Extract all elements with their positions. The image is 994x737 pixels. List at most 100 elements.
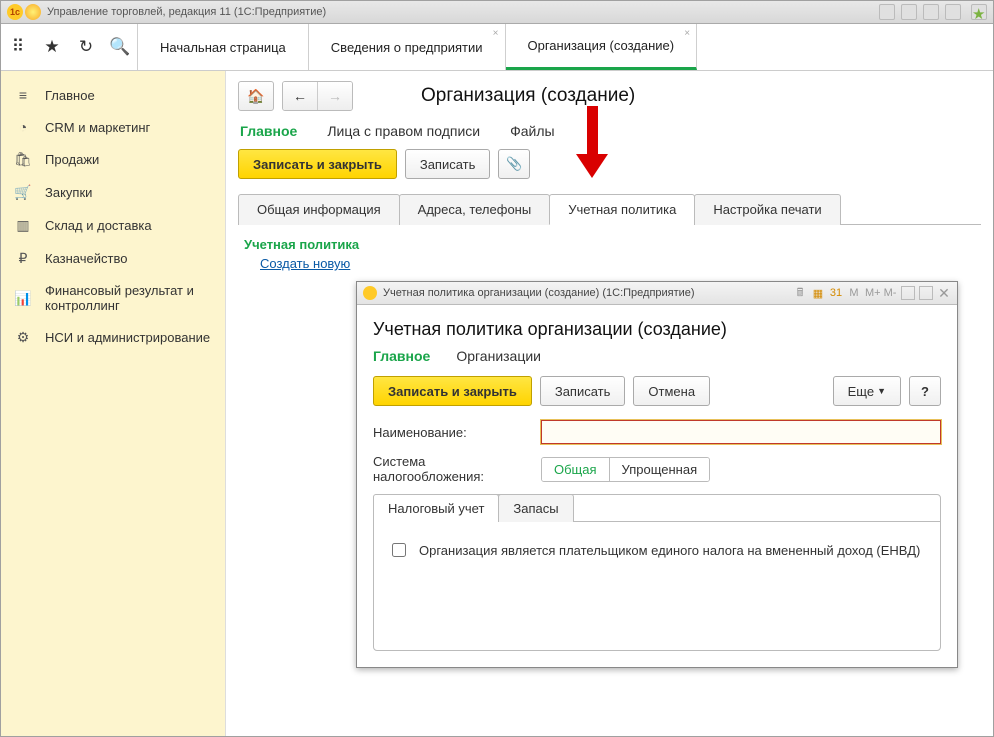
titlebar-action-icon[interactable] — [879, 4, 895, 20]
tab-company-info[interactable]: Сведения о предприятии × — [309, 24, 506, 70]
create-new-link[interactable]: Создать новую — [260, 256, 350, 271]
tax-option-general[interactable]: Общая — [542, 458, 610, 481]
subnav-signatories[interactable]: Лица с правом подписи — [327, 123, 480, 139]
mem-mminus-icon[interactable]: M- — [883, 287, 897, 299]
titlebar-right: ★ — [879, 4, 987, 20]
name-input[interactable] — [541, 420, 941, 444]
name-row: Наименование: — [373, 420, 941, 444]
history-icon[interactable]: ↻ — [75, 37, 97, 57]
titlebar-action-icon[interactable] — [901, 4, 917, 20]
envd-checkbox-row[interactable]: Организация является плательщиком единог… — [388, 540, 926, 560]
subnav-files[interactable]: Файлы — [510, 123, 554, 139]
sidebar-item-treasury[interactable]: ₽Казначейство — [1, 242, 225, 275]
sidebar-item-label: НСИ и администрирование — [45, 330, 210, 345]
sidebar-item-label: Главное — [45, 88, 95, 103]
sidebar-item-admin[interactable]: ⚙ НСИ и администрирование — [1, 321, 225, 354]
pie-icon: ◔ — [15, 119, 31, 135]
forward-button: → — [318, 82, 352, 110]
save-button[interactable]: Записать — [405, 149, 491, 179]
app-logo-icon: 1c — [7, 4, 23, 20]
back-button[interactable]: ← — [283, 82, 318, 110]
annotation-arrow-icon — [576, 106, 606, 186]
chevron-down-icon: ▼ — [877, 386, 886, 396]
apps-grid-icon[interactable]: ⠿ — [7, 37, 29, 57]
calc-icon[interactable]: 🖩 — [793, 284, 807, 303]
document-tabs: Общая информация Адреса, телефоны Учетна… — [238, 193, 981, 225]
save-close-button[interactable]: Записать и закрыть — [238, 149, 397, 179]
sidebar-item-purchases[interactable]: 🛒 Закупки — [1, 176, 225, 209]
calendar-icon[interactable]: ▦ — [811, 287, 825, 300]
close-icon[interactable]: × — [493, 28, 499, 39]
chart-icon: 📊 — [15, 290, 31, 307]
attachment-button[interactable]: 📎 — [498, 149, 530, 179]
star-icon[interactable]: ★ — [41, 37, 63, 57]
dialog-save-close-button[interactable]: Записать и закрыть — [373, 376, 532, 406]
tax-label: Система налогообложения: — [373, 454, 533, 484]
tab-home[interactable]: Начальная страница — [138, 24, 309, 70]
tax-system-selector: Общая Упрощенная — [541, 457, 710, 482]
page-subnav: Главное Лица с правом подписи Файлы — [240, 123, 981, 139]
sidebar-item-label: Продажи — [45, 152, 99, 167]
minimize-icon[interactable] — [901, 286, 915, 300]
mem-m-icon[interactable]: M — [847, 287, 861, 299]
close-icon[interactable]: × — [684, 28, 690, 39]
envd-checkbox[interactable] — [392, 543, 406, 557]
dialog-more-button[interactable]: Еще ▼ — [833, 376, 901, 406]
titlebar-action-icon[interactable] — [923, 4, 939, 20]
favorite-star-icon[interactable]: ★ — [971, 4, 987, 20]
main-content: 🏠 ← → Организация (создание) Главное Лиц… — [226, 71, 993, 736]
body: ≡Главное ◔ CRM и маркетинг 🛍 Продажи 🛒 Заку… — [1, 71, 993, 736]
sidebar-item-crm[interactable]: ◔ CRM и маркетинг — [1, 111, 225, 143]
app-title: Управление торговлей, редакция 11 (1С:Пр… — [47, 6, 326, 18]
sidebar-item-warehouse[interactable]: ▥Склад и доставка — [1, 209, 225, 242]
search-icon[interactable]: 🔍 — [109, 37, 131, 57]
name-label: Наименование: — [373, 425, 533, 440]
tab-label: Организация (создание) — [528, 38, 675, 53]
inner-tab-tax-accounting[interactable]: Налоговый учет — [373, 494, 499, 522]
dialog-help-button[interactable]: ? — [909, 376, 941, 406]
sidebar-item-label: Казначейство — [45, 251, 127, 266]
home-button[interactable]: 🏠 — [238, 81, 274, 111]
bag-icon: 🛍 — [15, 151, 31, 168]
dialog-title: Учетная политика организации (создание) … — [383, 287, 695, 299]
tab-label: Сведения о предприятии — [331, 40, 483, 55]
main-toolbar: ⠿ ★ ↻ 🔍 Начальная страница Сведения о пр… — [1, 24, 993, 71]
doc-tab-addresses[interactable]: Адреса, телефоны — [399, 194, 551, 225]
dialog-subnav: Главное Организации — [373, 348, 941, 364]
section-title: Учетная политика — [244, 237, 981, 252]
dialog-cancel-button[interactable]: Отмена — [633, 376, 710, 406]
date-icon[interactable]: 31 — [829, 287, 843, 299]
dialog-subnav-orgs[interactable]: Организации — [456, 348, 541, 364]
boxes-icon: ▥ — [15, 217, 31, 234]
dialog-body: Учетная политика организации (создание) … — [357, 305, 957, 667]
app-menu-icon[interactable] — [25, 4, 41, 20]
sidebar-item-label: Закупки — [45, 185, 92, 200]
doc-tab-print[interactable]: Настройка печати — [694, 194, 840, 225]
maximize-icon[interactable] — [919, 286, 933, 300]
dialog-heading: Учетная политика организации (создание) — [373, 319, 941, 340]
subnav-main[interactable]: Главное — [240, 123, 297, 139]
close-icon[interactable]: ✕ — [937, 285, 951, 302]
sidebar: ≡Главное ◔ CRM и маркетинг 🛍 Продажи 🛒 Заку… — [1, 71, 226, 736]
inner-tabs: Налоговый учет Запасы Организация являет… — [373, 494, 941, 651]
sidebar-item-finance[interactable]: 📊Финансовый результат и контроллинг — [1, 275, 225, 321]
cart-icon: 🛒 — [15, 184, 31, 201]
tax-option-simplified[interactable]: Упрощенная — [610, 458, 710, 481]
sidebar-item-main[interactable]: ≡Главное — [1, 79, 225, 111]
dialog-save-button[interactable]: Записать — [540, 376, 626, 406]
page-title: Организация (создание) — [421, 85, 635, 107]
tab-label: Начальная страница — [160, 40, 286, 55]
nav-buttons-row: 🏠 ← → Организация (создание) — [238, 81, 981, 111]
sidebar-item-sales[interactable]: 🛍 Продажи — [1, 143, 225, 176]
envd-label: Организация является плательщиком единог… — [419, 543, 920, 558]
doc-tab-accounting-policy[interactable]: Учетная политика — [549, 194, 695, 225]
sidebar-item-label: CRM и маркетинг — [45, 120, 150, 135]
gear-icon: ⚙ — [15, 329, 31, 346]
dialog-subnav-main[interactable]: Главное — [373, 348, 430, 364]
titlebar-action-icon[interactable] — [945, 4, 961, 20]
toolbar-tools: ⠿ ★ ↻ 🔍 — [1, 24, 138, 70]
tab-organization-create[interactable]: Организация (создание) × — [506, 24, 698, 70]
mem-mplus-icon[interactable]: M+ — [865, 287, 879, 299]
inner-tab-stock[interactable]: Запасы — [498, 494, 573, 522]
doc-tab-general[interactable]: Общая информация — [238, 194, 400, 225]
